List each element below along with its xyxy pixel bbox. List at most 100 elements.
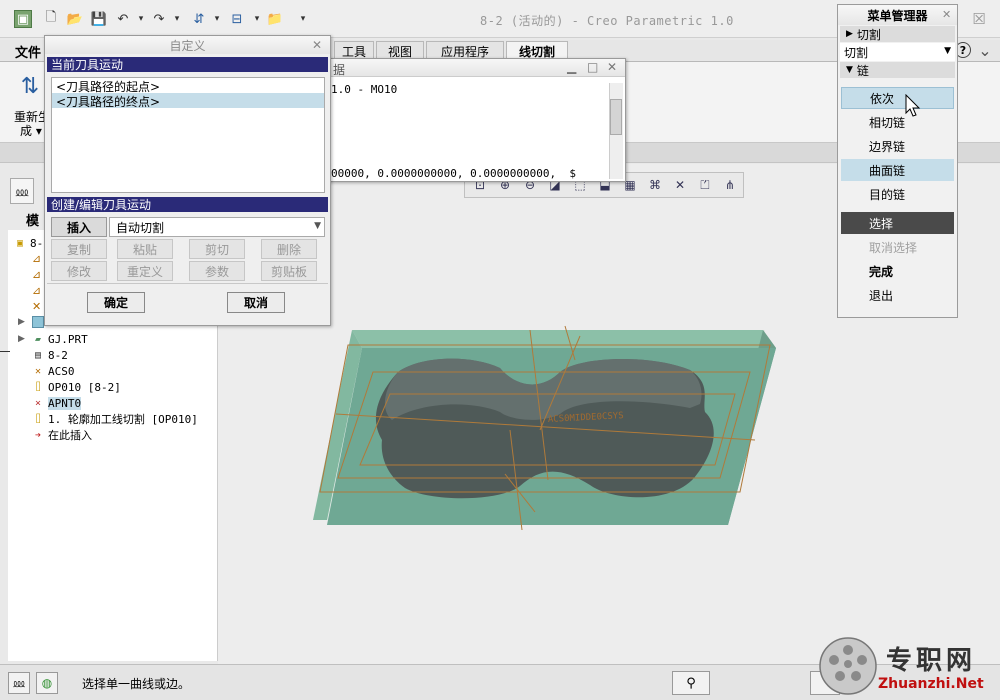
motion-type-value: 自动切割	[116, 220, 165, 235]
cancel-button[interactable]: 取消	[227, 292, 285, 313]
delete-button[interactable]: 删除	[261, 239, 317, 259]
menu-item-intent-chain[interactable]: 目的链	[841, 183, 954, 205]
save-icon[interactable]: 💾	[90, 10, 108, 28]
tree-item-8-2[interactable]: ▤ 8-2	[32, 347, 68, 363]
section-cut[interactable]: ▶ 切割	[840, 26, 955, 42]
dialog-close-icon[interactable]: ✕	[312, 38, 322, 52]
tree-item-insert-here[interactable]: ➔ 在此插入	[32, 427, 92, 443]
tree-item-assembly[interactable]: ▣ 8-	[14, 235, 43, 251]
menu-item-boundary-chain[interactable]: 边界链	[841, 135, 954, 157]
maximize-icon[interactable]: □	[587, 60, 598, 74]
ok-button[interactable]: 确定	[87, 292, 145, 313]
current-motion-section: 当前刀具运动	[47, 57, 328, 72]
find-icon[interactable]: ⚲	[672, 671, 710, 695]
part-icon[interactable]	[32, 316, 44, 328]
redo-icon[interactable]: ↷	[150, 10, 168, 28]
close-window-icon[interactable]: 📁	[266, 10, 284, 28]
close-icon[interactable]: ✕	[607, 60, 617, 74]
sequence-icon: ⌷	[34, 413, 42, 425]
expand-arrow-icon: ▶	[846, 29, 853, 39]
redo-dropdown-icon[interactable]: ▾	[168, 10, 186, 28]
undo-dropdown-icon[interactable]: ▾	[132, 10, 150, 28]
scrollbar-thumb[interactable]	[610, 99, 622, 135]
regenerate-dropdown[interactable]: 成 ▾	[20, 122, 42, 139]
list-item[interactable]: <刀具路径的起点>	[52, 78, 324, 94]
watermark-url: Zhuanzhi.Net	[878, 676, 984, 692]
redefine-button[interactable]: 重定义	[117, 261, 173, 281]
csys-icon: ✕	[34, 365, 42, 377]
menu-item-done[interactable]: 完成	[841, 260, 954, 282]
regenerate-dropdown-icon[interactable]: ▾	[208, 10, 226, 28]
menu-manager-title: 菜单管理器	[838, 5, 957, 25]
list-item-selected[interactable]: <刀具路径的终点>	[52, 93, 324, 109]
datum-display-icon[interactable]: ✕	[669, 175, 691, 195]
section-chain[interactable]: ▼ 链	[840, 62, 955, 78]
cut-select[interactable]: 切割 ▼	[840, 43, 955, 61]
tree-item-op010[interactable]: ⌷ OP010 [8-2]	[32, 379, 121, 395]
data-line-1: 1.0 - MO10	[331, 83, 398, 96]
section-icon[interactable]: ⏍	[694, 175, 716, 195]
menu-item-select[interactable]: 选择	[841, 212, 954, 234]
assembly-icon: ▣	[16, 237, 24, 249]
mouse-cursor-icon	[905, 94, 921, 117]
modify-button[interactable]: 修改	[51, 261, 107, 281]
windows-icon[interactable]: ⊟	[228, 10, 246, 28]
copy-button[interactable]: 复制	[51, 239, 107, 259]
regenerate-icon[interactable]: ⇵	[190, 10, 208, 28]
windows-dropdown-icon[interactable]: ▾	[248, 10, 266, 28]
chevron-down-icon[interactable]: ▼	[944, 46, 951, 56]
spin-center-icon[interactable]: ⋔	[719, 175, 741, 195]
minimize-icon[interactable]: ▁	[567, 60, 576, 74]
undo-icon[interactable]: ↶	[114, 10, 132, 28]
operation-icon: ⌷	[34, 381, 42, 393]
app-icon[interactable]: ▣	[14, 10, 32, 28]
data-window-title: 据	[333, 63, 346, 77]
motion-type-select[interactable]: 自动切割 ▼	[109, 217, 325, 237]
data-window-scrollbar[interactable]	[609, 83, 623, 179]
close-icon[interactable]: ✕	[942, 8, 951, 21]
expand-arrow-icon[interactable]: ▶	[18, 334, 25, 344]
divider	[47, 283, 328, 284]
insert-arrow-icon: ➔	[34, 429, 42, 441]
cut-button[interactable]: 剪切	[189, 239, 245, 259]
datum-point-icon: ×	[34, 397, 42, 409]
model-tree-toggle-icon[interactable]: ⅏	[8, 672, 30, 694]
window-close-icon[interactable]: ☒	[970, 10, 988, 28]
watermark-text-cn: 专职网	[886, 646, 977, 676]
camera-icon[interactable]: ⌘	[644, 175, 666, 195]
clipboard-button[interactable]: 剪贴板	[261, 261, 317, 281]
regenerate-large-icon[interactable]: ⇅	[16, 70, 44, 102]
expand-arrow-icon[interactable]: ▶	[18, 317, 25, 327]
tree-item-contour-wire-cut[interactable]: ⌷ 1. 轮廓加工线切割 [OP010]	[32, 411, 198, 427]
menu-item-tangent-chain[interactable]: 相切链	[841, 111, 954, 133]
paste-button[interactable]: 粘贴	[117, 239, 173, 259]
open-file-icon[interactable]: 📂	[66, 10, 84, 28]
window-title: 8-2 (活动的) - Creo Parametric 1.0	[480, 14, 734, 28]
customize-toolbar-icon[interactable]: ▾	[294, 10, 312, 28]
file-tab[interactable]: 文件	[8, 41, 48, 61]
menu-item-deselect[interactable]: 取消选择	[841, 236, 954, 258]
data-line-2: 00000, 0.0000000000, 0.0000000000, $	[331, 167, 577, 180]
tree-item-gj-prt[interactable]: ▰ GJ.PRT	[32, 331, 88, 347]
motion-list[interactable]: <刀具路径的起点> <刀具路径的终点>	[51, 77, 325, 193]
sash-marker	[0, 351, 10, 352]
new-file-icon[interactable]: 🗋	[42, 10, 60, 28]
tree-item-apnt0[interactable]: × APNT0	[32, 395, 82, 411]
wire-cut-model[interactable]: ACS0MIDDE0CSYS	[300, 320, 790, 540]
model-tree-header: 模	[26, 214, 40, 229]
model-tree-tab-icon[interactable]: ⅏	[10, 178, 34, 204]
tree-item-acs0[interactable]: ✕ ACS0	[32, 363, 75, 379]
ribbon-collapse-icon[interactable]: ⌄	[975, 40, 995, 60]
insert-button[interactable]: 插入	[51, 217, 107, 237]
menu-item-one-by-one[interactable]: 依次	[841, 87, 954, 109]
custom-dialog-title: 自定义	[45, 36, 330, 54]
browser-toggle-icon[interactable]: ◍	[36, 672, 58, 694]
menu-item-surface-chain[interactable]: 曲面链	[841, 159, 954, 181]
menu-manager: 菜单管理器 ✕ ▶ 切割 切割 ▼ ▼ 链 依次 相切链 边界链 曲面链 目的链 选…	[837, 4, 958, 318]
chevron-down-icon[interactable]: ▼	[314, 221, 321, 231]
menu-item-exit[interactable]: 退出	[841, 284, 954, 306]
edit-motion-section: 创建/编辑刀具运动	[47, 197, 328, 212]
current-motion-header: 当前刀具运动	[47, 57, 328, 72]
status-message: 选择单一曲线或边。	[82, 677, 191, 691]
parameters-button[interactable]: 参数	[189, 261, 245, 281]
